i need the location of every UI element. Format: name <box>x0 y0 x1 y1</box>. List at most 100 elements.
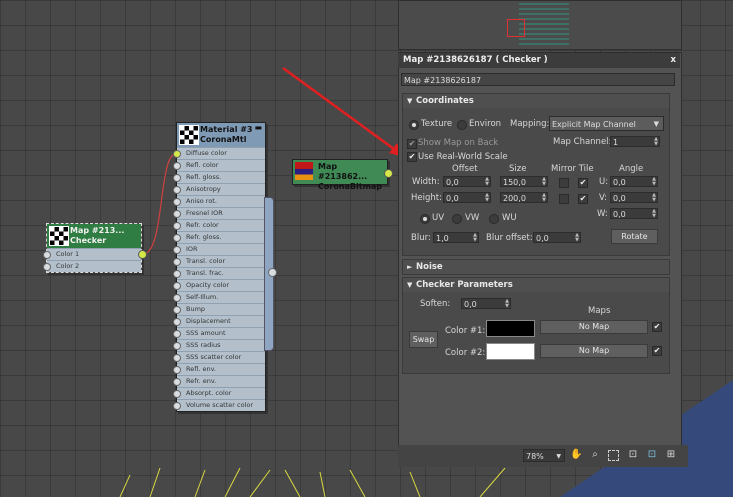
width-offset-field[interactable]: 0,0 ▲ ▼ <box>443 176 491 187</box>
coordinates-header[interactable]: ▼ Coordinates <box>403 94 669 108</box>
material-slot[interactable]: Volume scatter color <box>173 399 265 411</box>
soften-field[interactable]: 0,0 ▲ ▼ <box>461 298 511 309</box>
texture-radio[interactable] <box>409 120 419 130</box>
close-icon[interactable]: x <box>671 53 676 68</box>
zoom-icon[interactable]: ⌕ <box>589 449 601 461</box>
spinner-icon[interactable]: ▲ ▼ <box>485 177 489 187</box>
pan-hand-icon[interactable]: ✋ <box>570 449 582 461</box>
height-offset-field[interactable]: 0,0 ▲ ▼ <box>443 192 491 203</box>
material-slot[interactable]: Fresnel IOR <box>173 207 265 219</box>
height-tile-checkbox[interactable]: ✔ <box>578 194 588 204</box>
spinner-icon[interactable]: ▲ ▼ <box>542 177 546 187</box>
material-slot[interactable]: SSS scatter color <box>173 351 265 363</box>
material-slot[interactable]: Refr. env. <box>173 375 265 387</box>
material-slot[interactable]: Aniso rot. <box>173 195 265 207</box>
socket-dot[interactable] <box>173 342 181 350</box>
spinner-icon[interactable]: ▲ ▼ <box>652 193 656 203</box>
zoom-dropdown[interactable]: 78% ▼ <box>523 449 565 462</box>
material-slot[interactable]: Refr. color <box>173 219 265 231</box>
zoom-all-icon[interactable]: ⊞ <box>665 449 677 461</box>
map-name-field[interactable]: Map #2138626187 <box>401 73 675 86</box>
zoom-extents-selected-icon[interactable]: ⊡ <box>646 449 658 461</box>
material-slot[interactable]: Absorpt. color <box>173 387 265 399</box>
socket-dot[interactable] <box>173 270 181 278</box>
material-slot[interactable]: Bump <box>173 303 265 315</box>
material-slot[interactable]: Transl. color <box>173 255 265 267</box>
socket-dot[interactable] <box>173 294 181 302</box>
collapse-icon[interactable]: ▬ <box>254 123 262 133</box>
checker-output-socket[interactable] <box>138 250 147 259</box>
width-size-field[interactable]: 150,0 ▲ ▼ <box>500 176 548 187</box>
socket-dot[interactable] <box>173 174 181 182</box>
swap-button[interactable]: Swap <box>409 331 438 348</box>
material-slot[interactable]: SSS radius <box>173 339 265 351</box>
blur-field[interactable]: 1,0 ▲ ▼ <box>433 232 479 243</box>
spinner-icon[interactable]: ▲ ▼ <box>473 233 477 243</box>
spinner-icon[interactable]: ▲ ▼ <box>654 137 658 147</box>
material-slot[interactable]: Refl. color <box>173 159 265 171</box>
mapping-dropdown[interactable]: Explicit Map Channel ▼ <box>549 116 664 131</box>
map-channel-field[interactable]: 1 ▲ ▼ <box>610 136 660 147</box>
socket-dot[interactable] <box>173 330 181 338</box>
checker-slot-color1[interactable]: Color 1 <box>43 248 141 260</box>
socket-dot[interactable] <box>173 318 181 326</box>
blur-offset-field[interactable]: 0,0 ▲ ▼ <box>533 232 581 243</box>
real-world-checkbox[interactable]: ✔ <box>407 152 417 162</box>
material-node[interactable]: Material #3 CoronaMtl ▬ Diffuse color Ref… <box>173 122 266 412</box>
color2-map-checkbox[interactable]: ✔ <box>652 346 662 356</box>
checker-slot-color2[interactable]: Color 2 <box>43 260 141 272</box>
checker-map-node[interactable]: Map #213... Checker Color 1 Color 2 <box>43 223 147 273</box>
material-slot[interactable]: Opacity color <box>173 279 265 291</box>
spinner-icon[interactable]: ▲ ▼ <box>485 193 489 203</box>
spinner-icon[interactable]: ▲ ▼ <box>652 177 656 187</box>
height-size-field[interactable]: 200,0 ▲ ▼ <box>500 192 548 203</box>
socket-dot[interactable] <box>173 282 181 290</box>
noise-header[interactable]: ► Noise <box>403 260 669 274</box>
material-slot[interactable]: Anisotropy <box>173 183 265 195</box>
checker-parameters-header[interactable]: ▼ Checker Parameters <box>403 278 669 292</box>
material-slot[interactable]: Refl. gloss. <box>173 171 265 183</box>
socket-dot[interactable] <box>173 234 181 242</box>
panel-titlebar[interactable]: Map #2138626187 ( Checker ) x <box>398 53 680 68</box>
socket-dot[interactable] <box>173 222 181 230</box>
material-slot[interactable]: Transl. frac. <box>173 267 265 279</box>
zoom-region-icon[interactable] <box>608 450 619 461</box>
width-tile-checkbox[interactable]: ✔ <box>578 178 588 188</box>
material-slot[interactable]: Refr. gloss. <box>173 231 265 243</box>
bitmap-output-socket[interactable] <box>384 169 393 178</box>
zoom-extents-icon[interactable]: ⊡ <box>627 449 639 461</box>
color1-map-button[interactable]: No Map <box>540 320 648 334</box>
socket-dot[interactable] <box>173 150 181 158</box>
height-mirror-checkbox[interactable] <box>559 194 569 204</box>
material-slot[interactable]: Displacement <box>173 315 265 327</box>
color2-map-button[interactable]: No Map <box>540 344 648 358</box>
color2-swatch[interactable] <box>486 343 535 360</box>
v-angle-field[interactable]: 0,0 ▲ ▼ <box>610 192 658 203</box>
spinner-icon[interactable]: ▲ ▼ <box>652 209 656 219</box>
socket-dot[interactable] <box>173 186 181 194</box>
socket-dot[interactable] <box>173 198 181 206</box>
spinner-icon[interactable]: ▲ ▼ <box>505 299 509 309</box>
checker-node-header[interactable]: Map #213... Checker <box>47 224 141 248</box>
material-slot[interactable]: SSS amount <box>173 327 265 339</box>
bitmap-node[interactable]: Map #213862... CoronaBitmap <box>292 159 393 191</box>
socket-dot[interactable] <box>173 306 181 314</box>
socket-dot[interactable] <box>43 263 51 271</box>
socket-dot[interactable] <box>173 366 181 374</box>
socket-dot[interactable] <box>173 210 181 218</box>
color1-map-checkbox[interactable]: ✔ <box>652 322 662 332</box>
socket-dot[interactable] <box>173 246 181 254</box>
material-slot[interactable]: Diffuse color <box>173 147 265 159</box>
socket-dot[interactable] <box>173 354 181 362</box>
socket-dot[interactable] <box>173 402 181 410</box>
socket-dot[interactable] <box>173 258 181 266</box>
socket-dot[interactable] <box>173 378 181 386</box>
w-angle-field[interactable]: 0,0 ▲ ▼ <box>610 208 658 219</box>
spinner-icon[interactable]: ▲ ▼ <box>542 193 546 203</box>
material-output-socket[interactable] <box>268 268 277 277</box>
rotate-button[interactable]: Rotate <box>611 229 658 244</box>
socket-dot[interactable] <box>173 390 181 398</box>
width-mirror-checkbox[interactable] <box>559 178 569 188</box>
material-slot[interactable]: Self-Illum. <box>173 291 265 303</box>
material-node-header[interactable]: Material #3 CoronaMtl ▬ <box>177 123 265 147</box>
